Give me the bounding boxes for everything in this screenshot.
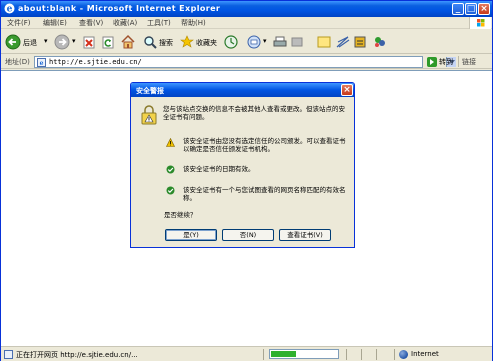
back-icon[interactable] (5, 34, 21, 50)
menu-file[interactable]: 文件(F) (7, 18, 31, 28)
continue-question: 是否继续？ (164, 211, 197, 219)
security-alert-dialog: 安全警报 × 您与该站点交换的信息不会被其他人查看或更改。但该站点的安全证书有问… (130, 82, 355, 248)
ie-logo-icon: e (4, 3, 15, 14)
status-divider (376, 349, 377, 360)
progress-bar (269, 349, 339, 359)
go-arrow-icon (427, 57, 437, 67)
status-page-icon (4, 350, 13, 359)
search-icon[interactable] (143, 34, 157, 50)
status-bar: 正在打开网页 http://e.sjtie.edu.cn/... Interne… (1, 346, 492, 361)
status-divider (263, 349, 264, 360)
links-button[interactable]: 链接 (462, 57, 476, 67)
check-icon (166, 165, 175, 174)
menu-view[interactable]: 查看(V) (79, 18, 103, 28)
title-bar[interactable]: e about:blank - Microsoft Internet Explo… (1, 1, 492, 17)
windows-logo-icon (469, 17, 491, 29)
address-label: 地址(D) (5, 58, 30, 66)
refresh-icon[interactable] (101, 34, 115, 50)
back-label[interactable]: 后退 (23, 38, 37, 48)
menu-edit[interactable]: 编辑(E) (43, 18, 67, 28)
go-label: 转到 (439, 58, 453, 66)
menu-bar: 文件(F) 编辑(E) 查看(V) 收藏(A) 工具(T) 帮助(H) (1, 17, 492, 29)
progress-fill (271, 351, 297, 357)
discuss-icon[interactable] (317, 34, 331, 50)
dialog-title: 安全警报 (136, 87, 164, 95)
status-text: 正在打开网页 http://e.sjtie.edu.cn/... (16, 351, 138, 359)
zone-label: Internet (411, 350, 439, 358)
check-icon (166, 186, 175, 195)
research-icon[interactable] (336, 34, 350, 50)
address-input[interactable]: e http://e.sjtie.edu.cn/ (34, 56, 456, 68)
messenger-icon[interactable] (353, 34, 367, 50)
favorites-label[interactable]: 收藏夹 (196, 38, 217, 48)
close-button[interactable]: × (478, 3, 490, 15)
yes-button[interactable]: 是(Y) (165, 229, 217, 241)
favorites-icon[interactable] (180, 34, 194, 50)
svg-text:e: e (7, 5, 13, 15)
minimize-button[interactable]: _ (452, 3, 464, 15)
mail-icon[interactable] (247, 34, 263, 50)
maximize-button[interactable]: □ (465, 3, 477, 15)
svg-text:e: e (40, 60, 44, 67)
no-button[interactable]: 否(N) (222, 229, 274, 241)
warning-icon (166, 138, 175, 147)
stop-icon[interactable] (82, 34, 96, 50)
internet-zone-icon (399, 350, 408, 359)
menu-tools[interactable]: 工具(T) (147, 18, 171, 28)
dialog-title-bar[interactable]: 安全警报 × (131, 83, 354, 97)
toolbar: 后退 ▾ ▾ 搜索 收藏夹 ▾ (1, 30, 492, 54)
address-bar: 地址(D) e http://e.sjtie.edu.cn/ 转到 链接 (1, 54, 492, 69)
menu-favorites[interactable]: 收藏(A) (113, 18, 137, 28)
address-url: http://e.sjtie.edu.cn/ (49, 58, 142, 66)
cert-name-text: 该安全证书有一个与您试图查看的网页名称匹配的有效名称。 (183, 186, 346, 202)
cert-issuer-text: 该安全证书由您没有选定信任的公司颁发。可以查看证书以确定是否信任颁发证书机构。 (183, 137, 346, 153)
status-divider (346, 349, 347, 360)
home-icon[interactable] (120, 34, 136, 50)
lock-warning-icon (141, 105, 157, 125)
search-label[interactable]: 搜索 (159, 38, 173, 48)
window-title: about:blank - Microsoft Internet Explore… (18, 4, 221, 13)
back-dropdown-icon[interactable]: ▾ (44, 37, 48, 45)
status-divider (394, 349, 395, 360)
mail-dropdown-icon[interactable]: ▾ (263, 37, 267, 45)
view-certificate-button[interactable]: 查看证书(V) (279, 229, 331, 241)
cert-date-text: 该安全证书的日期有效。 (183, 165, 255, 173)
dialog-close-button[interactable]: × (341, 84, 353, 96)
edit-icon[interactable] (291, 34, 303, 50)
history-icon[interactable] (224, 34, 238, 50)
page-icon: e (37, 58, 46, 67)
address-separator (458, 56, 459, 67)
msn-icon[interactable] (372, 34, 388, 50)
menu-help[interactable]: 帮助(H) (181, 18, 206, 28)
dialog-intro-text: 您与该站点交换的信息不会被其他人查看或更改。但该站点的安全证书有问题。 (163, 105, 345, 121)
forward-dropdown-icon[interactable]: ▾ (72, 37, 76, 45)
status-divider (361, 349, 362, 360)
forward-icon[interactable] (54, 34, 70, 50)
ie-window: e about:blank - Microsoft Internet Explo… (0, 0, 493, 361)
print-icon[interactable] (273, 34, 287, 50)
